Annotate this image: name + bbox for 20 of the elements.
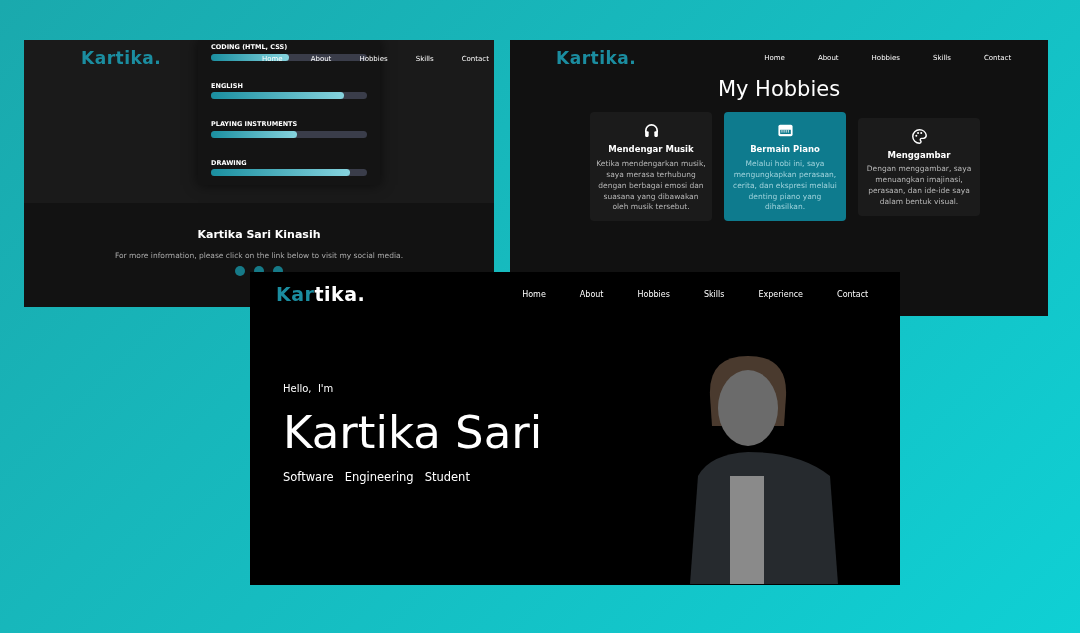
footer-name: Kartika Sari Kinasih xyxy=(197,227,321,243)
hobby-title: Bermain Piano xyxy=(749,143,821,156)
headphones-icon xyxy=(642,122,660,140)
hero-name: Kartika Sari xyxy=(283,410,543,455)
social-icon[interactable] xyxy=(235,265,245,276)
nav-link[interactable]: Contact xyxy=(837,288,869,301)
hero-subtitle: Software Engineering Student xyxy=(283,469,471,486)
section-title: My Hobbies xyxy=(716,77,842,103)
nav-link[interactable]: Skills xyxy=(703,288,725,301)
hobby-title: Mendengar Musik xyxy=(607,143,695,156)
hobby-title: Menggambar xyxy=(886,148,952,162)
nav-link[interactable]: Experience xyxy=(758,288,804,301)
greeting-text: Hello, I'm xyxy=(283,382,335,396)
palette-icon xyxy=(910,127,928,145)
logo[interactable]: Kartika. xyxy=(556,50,637,67)
nav-link[interactable]: About xyxy=(579,288,604,301)
logo[interactable]: Kartika. xyxy=(81,50,162,67)
logo[interactable]: Kartika. xyxy=(276,285,366,304)
nav-link[interactable]: Hobbies xyxy=(637,288,670,301)
nav-link[interactable]: Home xyxy=(522,288,546,301)
